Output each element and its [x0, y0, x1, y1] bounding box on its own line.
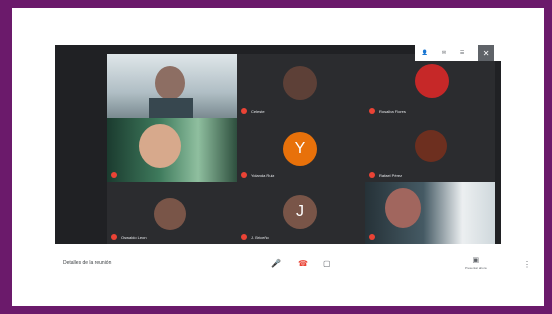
mic-off-icon	[369, 172, 375, 178]
participant-shirt	[149, 98, 193, 118]
participant-avatar-photo	[415, 64, 449, 98]
activities-icon[interactable]: ☰	[460, 50, 464, 56]
participant-nametag: Rosalba Flores	[369, 108, 406, 114]
participant-avatar-photo	[415, 130, 447, 162]
participant-initial-avatar: J	[283, 195, 317, 229]
participant-face	[139, 124, 181, 168]
microphone-icon[interactable]: 🎤	[271, 259, 281, 268]
people-icon[interactable]: 👤	[422, 50, 428, 56]
participant-nametag: Yolanda Ruiz	[241, 172, 274, 178]
mic-off-icon	[241, 108, 247, 114]
mic-off-icon	[369, 108, 375, 114]
participant-tile-2[interactable]	[107, 118, 237, 182]
close-icon[interactable]: ✕	[478, 45, 495, 61]
participant-nametag: Celeste	[241, 108, 265, 114]
present-now-button[interactable]: ▣ Presentar ahora	[465, 256, 487, 270]
participant-tile-6[interactable]: J J. Briceño	[237, 182, 365, 244]
participant-nametag	[369, 234, 379, 240]
participant-nametag	[111, 172, 121, 178]
chat-icon[interactable]: ✉	[442, 50, 446, 56]
participant-tile-1[interactable]	[107, 54, 237, 118]
participant-tile-5[interactable]: Y Yolanda Ruiz	[237, 118, 365, 182]
participant-tile-3[interactable]: Oswaldo Leon	[107, 182, 237, 244]
participant-nametag: Oswaldo Leon	[111, 234, 147, 240]
participant-tile-9[interactable]	[365, 182, 495, 244]
meet-window: Oswaldo Leon Celeste Y Yolanda Ruiz J J.…	[55, 45, 531, 283]
participant-tile-7[interactable]: Rosalba Flores	[365, 54, 495, 118]
mic-off-icon	[111, 172, 117, 178]
participant-initial-avatar: Y	[283, 132, 317, 166]
meeting-details-button[interactable]: Detalles de la reunión	[63, 260, 111, 266]
participant-tile-4[interactable]: Celeste	[237, 54, 365, 118]
slide-frame: Oswaldo Leon Celeste Y Yolanda Ruiz J J.…	[12, 8, 544, 306]
participant-face	[155, 66, 185, 100]
participant-nametag: Rafael Pérez	[369, 172, 402, 178]
participant-avatar-photo	[283, 66, 317, 100]
mic-off-icon	[369, 234, 375, 240]
mic-off-icon	[111, 234, 117, 240]
participant-avatar-photo	[154, 198, 186, 230]
participant-nametag: J. Briceño	[241, 234, 269, 240]
participant-tile-8[interactable]: Rafael Pérez	[365, 118, 495, 182]
meeting-controls-bar: Detalles de la reunión 🎤 ☎ ▢ ▣ Presentar…	[55, 244, 531, 283]
participant-face	[385, 188, 421, 228]
mic-off-icon	[241, 172, 247, 178]
camera-icon[interactable]: ▢	[323, 259, 331, 268]
meeting-top-controls: 👤 ✉ ☰ ✕	[415, 45, 501, 61]
hang-up-icon[interactable]: ☎	[298, 259, 308, 268]
mic-off-icon	[241, 234, 247, 240]
video-grid: Oswaldo Leon Celeste Y Yolanda Ruiz J J.…	[55, 45, 501, 244]
present-icon: ▣	[472, 257, 480, 264]
more-options-icon[interactable]: ⋮	[523, 260, 531, 269]
participant-video	[365, 182, 495, 244]
